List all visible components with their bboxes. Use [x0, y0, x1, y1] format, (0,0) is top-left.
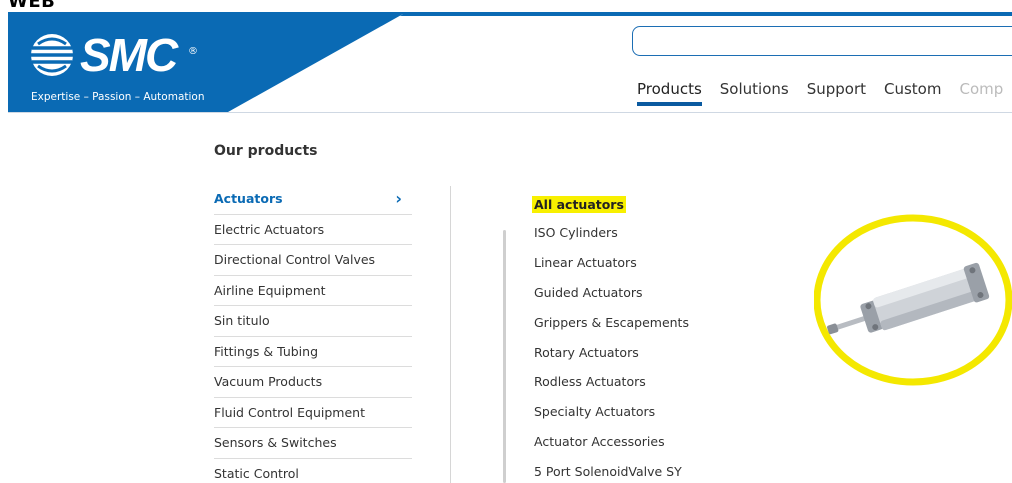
category-item-vacuum-products[interactable]: Vacuum Products	[214, 367, 412, 398]
nav-custom[interactable]: Custom	[884, 80, 941, 98]
category-item-airline-equipment[interactable]: Airline Equipment	[214, 276, 412, 306]
category-item-sin-titulo[interactable]: Sin titulo	[214, 306, 412, 337]
caption-label: WEB	[8, 0, 56, 12]
search-input[interactable]	[632, 26, 1012, 56]
nav-solutions[interactable]: Solutions	[720, 80, 789, 98]
category-item-static-control[interactable]: Static Control	[214, 459, 412, 483]
cylinder-icon	[827, 262, 990, 335]
tagline: Expertise – Passion – Automation	[31, 91, 205, 103]
smc-logo[interactable]: SMC	[28, 29, 178, 81]
subcategory-item[interactable]: 5 Port SolenoidValve SY	[534, 456, 689, 483]
column-divider	[450, 186, 451, 483]
category-item-electric-actuators[interactable]: Electric Actuators	[214, 215, 412, 245]
page: WEB SMC ® Expertise – Passion – Automati…	[0, 0, 1012, 483]
category-item-actuators[interactable]: Actuators ›	[214, 184, 412, 215]
nav-company[interactable]: Comp	[959, 80, 1003, 98]
smc-globe-icon	[31, 34, 73, 76]
category-label: Actuators	[214, 191, 283, 207]
subcategory-item[interactable]: Rodless Actuators	[534, 367, 689, 397]
actuator-product-image[interactable]	[814, 214, 1012, 386]
category-item-sensors-switches[interactable]: Sensors & Switches	[214, 428, 412, 459]
logo-text: SMC	[80, 29, 178, 81]
chevron-right-icon: ›	[395, 189, 402, 209]
category-item-fluid-control-equipment[interactable]: Fluid Control Equipment	[214, 398, 412, 428]
category-item-directional-control-valves[interactable]: Directional Control Valves	[214, 245, 412, 276]
all-actuators-link[interactable]: All actuators	[532, 195, 626, 213]
main-nav: Products Solutions Support Custom Comp	[637, 80, 1012, 106]
page-title: Our products	[214, 143, 318, 159]
subcategory-item[interactable]: ISO Cylinders	[534, 218, 689, 248]
subcategory-scrollbar[interactable]	[503, 230, 506, 483]
category-item-fittings-tubing[interactable]: Fittings & Tubing	[214, 337, 412, 367]
header-divider	[8, 112, 1012, 113]
nav-products-label: Products	[637, 80, 702, 98]
nav-active-underline	[637, 102, 702, 106]
subcategory-item[interactable]: Actuator Accessories	[534, 427, 689, 457]
subcategory-item[interactable]: Linear Actuators	[534, 248, 689, 278]
subcategory-item[interactable]: Grippers & Escapements	[534, 307, 689, 337]
subcategory-list: All actuators ISO Cylinders Linear Actua…	[532, 190, 689, 483]
registered-mark: ®	[188, 46, 198, 57]
subcategory-item[interactable]: Rotary Actuators	[534, 337, 689, 367]
nav-support[interactable]: Support	[807, 80, 866, 98]
nav-products[interactable]: Products	[637, 80, 702, 106]
category-list: Actuators › Electric Actuators Direction…	[214, 184, 412, 483]
subcategory-item[interactable]: Guided Actuators	[534, 278, 689, 308]
subcategory-item[interactable]: Specialty Actuators	[534, 397, 689, 427]
